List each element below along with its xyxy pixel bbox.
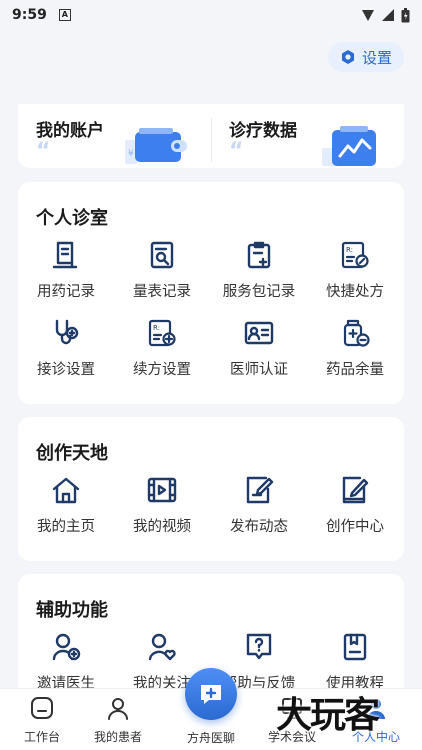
chat-plus-icon [201,685,221,704]
patients-icon [108,698,128,720]
medication-record-item[interactable]: 用药记录 [18,240,114,301]
invite-doctor-item[interactable]: 邀请医生 [18,632,114,693]
tutorial-book-icon [343,633,367,661]
notification-icon: A [58,9,71,21]
quick-prescription-item[interactable]: R: 快捷处方 [307,240,403,301]
section-title: 创作天地 [36,443,108,464]
doctor-certification-item[interactable]: 医师认证 [211,318,307,379]
workbench-icon [31,697,53,719]
my-account-title: 我的账户 [36,121,104,141]
service-package-icon [247,241,271,269]
renew-prescription-icon: R: [148,319,176,347]
gear-icon [341,50,354,64]
video-icon [147,477,177,503]
publish-post-item[interactable]: 发布动态 [211,475,307,536]
svg-text:R:: R: [153,324,160,332]
nav-workbench[interactable]: 工作台 [0,695,84,745]
help-feedback-icon [246,633,272,660]
cellular-icon [382,9,394,21]
settings-label: 设置 [361,48,392,67]
my-video-item[interactable]: 我的视频 [114,475,210,536]
tutorial-item[interactable]: 使用教程 [307,632,403,693]
creation-center-icon [342,476,369,504]
doctor-id-card-icon [244,321,274,345]
quote-icon: “ [229,139,244,164]
my-account-entry[interactable]: 我的账户 “ ¥ [18,104,211,168]
wallet-icon: ¥ [125,128,187,164]
ark-chat-button[interactable] [185,668,237,720]
medicine-stock-item[interactable]: 药品余量 [307,318,403,379]
nav-ark-chat[interactable]: 方舟医聊 [169,725,253,746]
account-data-card: 我的账户 “ ¥ 诊疗数据 “ [18,104,404,168]
settings-button[interactable]: 设置 [327,42,404,72]
creation-center-item[interactable]: 创作中心 [307,475,403,536]
creation-card: 创作天地 我的主页 我的视频 发布动态 创作中心 [18,417,404,561]
medication-record-icon [52,241,78,269]
status-bar: 9:59 A [0,0,422,30]
svg-text:¥: ¥ [128,149,134,159]
section-title: 个人诊室 [36,208,108,229]
reception-setting-item[interactable]: 接诊设置 [18,318,114,379]
nav-my-patients[interactable]: 我的患者 [76,695,160,745]
battery-icon [401,7,410,22]
quick-prescription-icon: R: [341,241,369,269]
invite-doctor-icon [52,633,81,661]
scale-record-item[interactable]: 量表记录 [114,240,210,301]
signal-icon [362,10,374,21]
svg-text:R:: R: [346,246,353,254]
home-icon [52,477,80,504]
my-follow-icon [148,633,176,661]
scale-record-icon [150,241,174,269]
status-time: 9:59 [12,7,47,23]
renew-prescription-item[interactable]: R: 续方设置 [114,318,210,379]
personal-clinic-card: 个人诊室 用药记录 量表记录 服务包记录 R: 快捷处方 接诊设置 R: 续方设… [18,182,404,404]
treatment-data-entry[interactable]: 诊疗数据 “ [211,104,404,168]
treatment-data-title: 诊疗数据 [229,121,297,141]
my-homepage-item[interactable]: 我的主页 [18,475,114,536]
section-title: 辅助功能 [36,600,108,621]
watermark-logo: 大玩客 [276,694,380,736]
quote-icon: “ [36,139,51,164]
medicine-stock-icon [343,319,370,347]
edit-post-icon [246,476,274,504]
data-chart-icon [322,126,376,166]
stethoscope-icon [55,319,79,345]
service-package-item[interactable]: 服务包记录 [211,240,307,301]
